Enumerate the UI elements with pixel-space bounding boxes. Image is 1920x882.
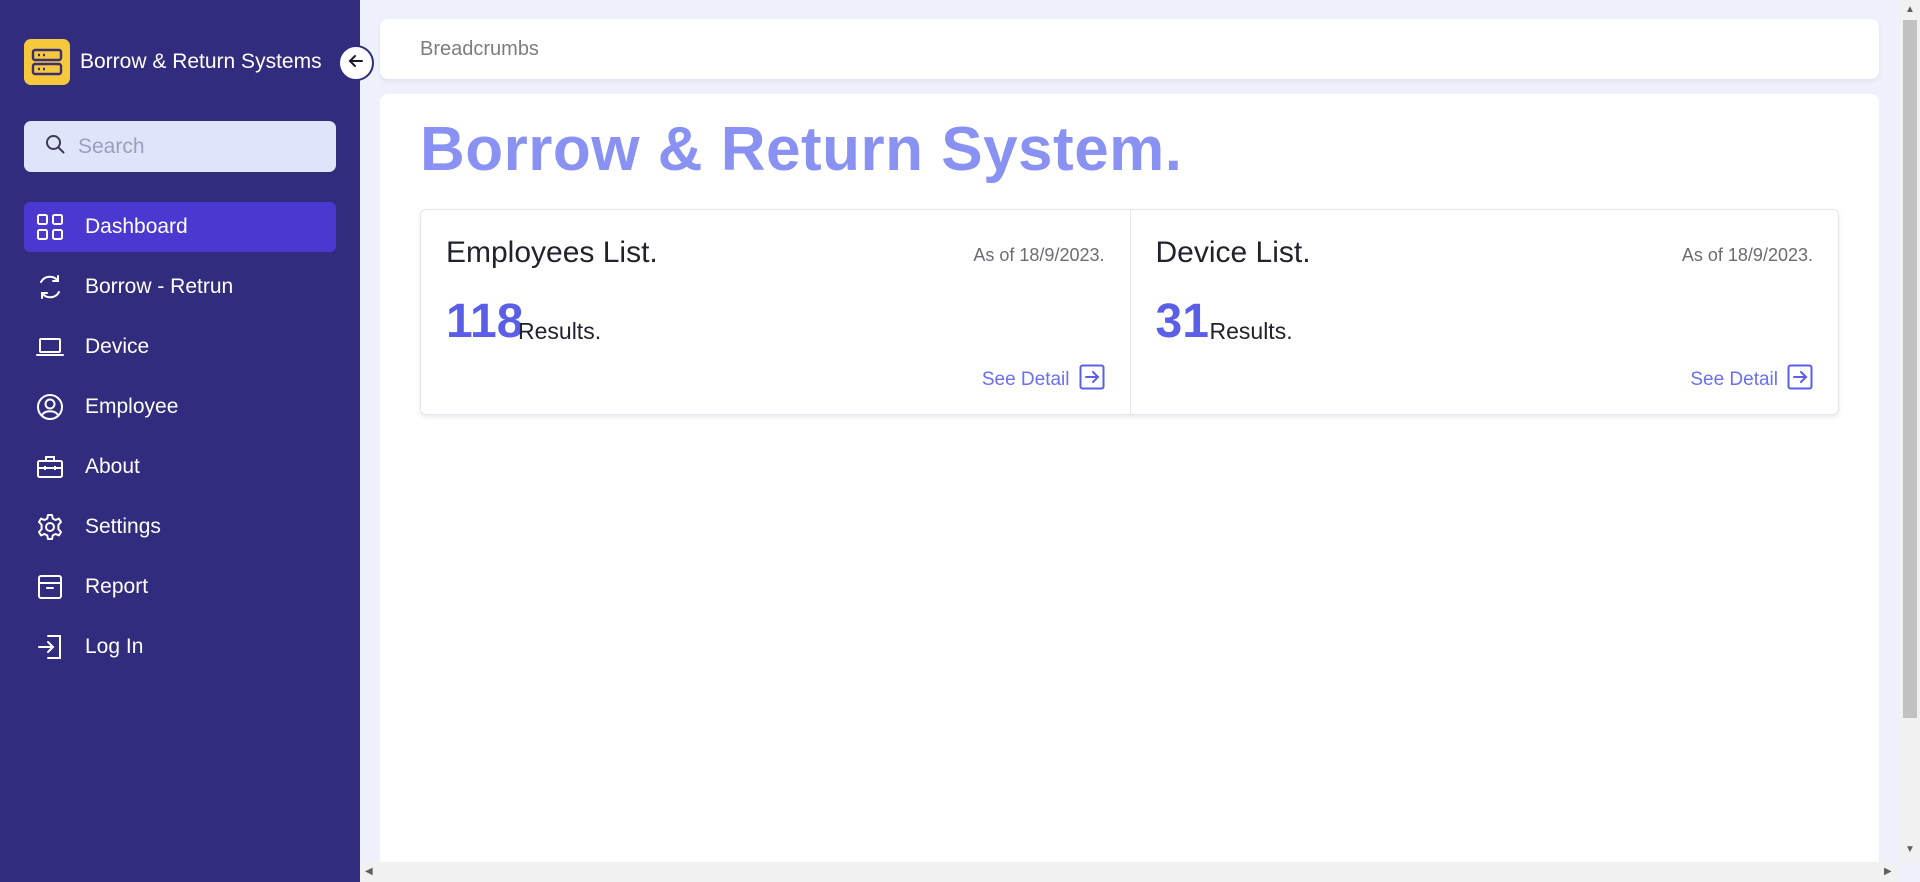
sidebar-item-label: Borrow - Retrun <box>85 275 234 298</box>
scroll-up-icon[interactable]: ▲ <box>1905 4 1915 15</box>
sidebar-item-dashboard[interactable]: Dashboard <box>24 202 336 252</box>
scroll-left-icon[interactable]: ◀ <box>365 866 373 877</box>
see-detail-link[interactable]: See Detail <box>1690 364 1813 396</box>
see-detail-label: See Detail <box>1690 369 1778 390</box>
server-icon <box>24 39 70 85</box>
sidebar-item-label: Settings <box>85 515 161 538</box>
search-input[interactable] <box>78 134 318 159</box>
see-detail-link[interactable]: See Detail <box>982 364 1105 396</box>
card-count: 31 <box>1155 295 1209 348</box>
login-icon <box>36 633 64 661</box>
summary-cards: Employees List. As of 18/9/2023. 118 Res… <box>420 209 1839 415</box>
sidebar-item-label: Log In <box>85 635 144 658</box>
card-date: As of 18/9/2023. <box>1681 245 1813 265</box>
sidebar-nav: Dashboard Borrow - Retrun Device Employe… <box>24 202 336 682</box>
devices-card: Device List. As of 18/9/2023. 31 Results… <box>1129 210 1839 414</box>
grid-icon <box>36 213 64 241</box>
sidebar: Borrow & Return Systems Dashboard <box>0 0 360 882</box>
sidebar-item-label: Device <box>85 335 150 358</box>
see-detail-label: See Detail <box>981 369 1070 390</box>
arrow-left-icon <box>346 51 366 76</box>
brand: Borrow & Return Systems <box>24 39 322 85</box>
card-count-label: Results. <box>518 318 602 344</box>
sidebar-item-label: Report <box>85 575 149 598</box>
scroll-down-icon[interactable]: ▼ <box>1905 844 1915 855</box>
user-circle-icon <box>36 393 64 421</box>
sidebar-item-log-in[interactable]: Log In <box>24 622 336 672</box>
sidebar-item-borrow-retrun[interactable]: Borrow - Retrun <box>24 262 336 312</box>
horizontal-scrollbar[interactable]: ◀ ▶ <box>360 862 1899 882</box>
page-title: Borrow & Return System. <box>420 115 1183 184</box>
breadcrumb: Breadcrumbs <box>380 19 1879 79</box>
sidebar-item-label: About <box>85 455 140 478</box>
sidebar-item-device[interactable]: Device <box>24 322 336 372</box>
brand-title: Borrow & Return Systems <box>80 50 322 73</box>
breadcrumb-text: Breadcrumbs <box>420 37 539 60</box>
refresh-icon <box>36 273 64 301</box>
arrow-right-box-icon <box>1787 364 1813 396</box>
sidebar-item-employee[interactable]: Employee <box>24 382 336 432</box>
card-count: 118 <box>446 295 524 348</box>
sidebar-item-report[interactable]: Report <box>24 562 336 612</box>
card-title: Employees List. <box>446 236 658 269</box>
card-count-label: Results. <box>1209 318 1293 344</box>
archive-box-icon <box>36 573 64 601</box>
sidebar-item-about[interactable]: About <box>24 442 336 492</box>
sidebar-item-label: Dashboard <box>85 215 188 238</box>
card-date: As of 18/9/2023. <box>973 245 1105 265</box>
gear-icon <box>36 513 64 541</box>
scroll-right-icon[interactable]: ▶ <box>1884 866 1892 877</box>
card-title: Device List. <box>1155 236 1311 269</box>
laptop-icon <box>36 333 64 361</box>
vertical-scrollbar-thumb[interactable] <box>1903 20 1917 718</box>
briefcase-icon <box>36 453 64 481</box>
search-icon <box>44 133 66 160</box>
main-content: Borrow & Return System. Employees List. … <box>380 94 1879 882</box>
sidebar-item-label: Employee <box>85 395 179 418</box>
sidebar-item-settings[interactable]: Settings <box>24 502 336 552</box>
collapse-sidebar-button[interactable] <box>338 45 374 81</box>
arrow-right-box-icon <box>1079 364 1105 396</box>
employees-card: Employees List. As of 18/9/2023. 118 Res… <box>421 210 1130 414</box>
search-box[interactable] <box>24 121 336 172</box>
